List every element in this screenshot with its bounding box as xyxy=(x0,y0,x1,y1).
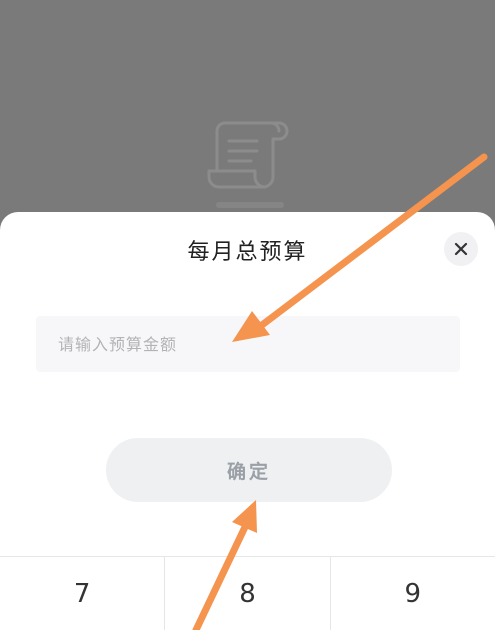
confirm-button[interactable]: 确定 xyxy=(106,438,392,502)
budget-dialog: 每月总预算 确定 7 8 9 xyxy=(0,212,495,630)
close-button[interactable] xyxy=(444,232,478,266)
numeric-keypad: 7 8 9 xyxy=(0,556,495,630)
app-screen: 每月总预算 确定 7 8 9 xyxy=(0,0,495,630)
keypad-key-8[interactable]: 8 xyxy=(165,557,331,630)
budget-amount-input[interactable] xyxy=(36,316,460,372)
keypad-key-7[interactable]: 7 xyxy=(0,557,166,630)
close-icon xyxy=(454,242,468,256)
keypad-key-9[interactable]: 9 xyxy=(331,557,495,630)
dialog-title: 每月总预算 xyxy=(187,240,308,265)
receipt-scroll-icon xyxy=(207,121,289,189)
